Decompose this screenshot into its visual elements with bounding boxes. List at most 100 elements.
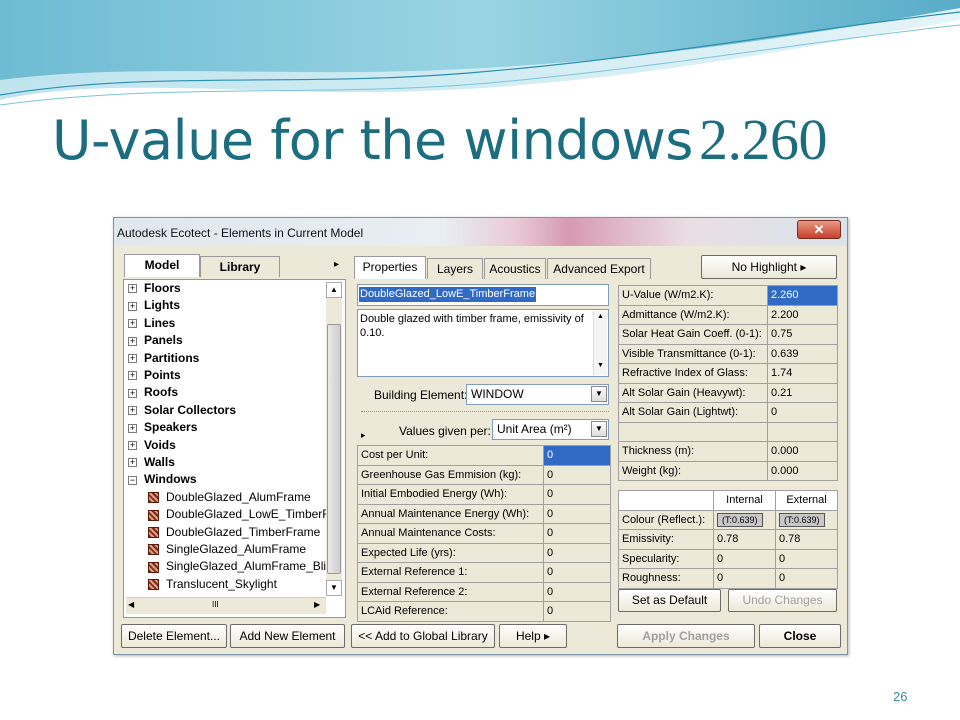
set-default-button[interactable]: Set as Default xyxy=(618,589,721,612)
cost-properties-grid: Cost per Unit: 0 Greenhouse Gas Emmision (… xyxy=(357,445,611,622)
tree-node-lines[interactable]: + Lines xyxy=(128,316,175,333)
tree-item-window[interactable]: DoubleGlazed_TimberFrame xyxy=(148,525,320,542)
material-description-field[interactable]: Double glazed with timber frame, emissiv… xyxy=(357,309,609,377)
tree-node-label: Lines xyxy=(144,315,176,330)
tree-vertical-scrollbar[interactable]: ▲ ▼ xyxy=(326,282,342,596)
cost-value[interactable]: 0 xyxy=(543,601,611,622)
thermal-value[interactable]: 0.21 xyxy=(767,382,838,403)
add-to-global-library-button[interactable]: << Add to Global Library xyxy=(351,624,495,648)
surface-internal[interactable]: 0 xyxy=(713,548,776,569)
tree-item-window[interactable]: SingleGlazed_AlumFrame_Blir xyxy=(148,559,330,576)
undo-changes-button[interactable]: Undo Changes xyxy=(728,589,837,612)
thermal-value[interactable]: 0.75 xyxy=(767,324,838,345)
cost-label: LCAid Reference: xyxy=(357,601,544,622)
tree-node-roofs[interactable]: + Roofs xyxy=(128,385,178,402)
collapse-icon[interactable]: − xyxy=(128,475,137,485)
tab-layers[interactable]: Layers xyxy=(427,258,483,279)
values-per-select[interactable]: Unit Area (m²) ▼ xyxy=(492,419,609,440)
tree-node-panels[interactable]: + Panels xyxy=(128,333,183,350)
thermal-value[interactable]: 2.260 xyxy=(767,285,838,306)
cost-value[interactable]: 0 xyxy=(543,503,611,524)
building-element-select[interactable]: WINDOW ▼ xyxy=(466,384,609,405)
expand-icon[interactable]: + xyxy=(128,301,137,311)
thermal-value[interactable]: 0.000 xyxy=(767,460,838,481)
expand-icon[interactable]: + xyxy=(128,458,137,468)
tab-properties[interactable]: Properties xyxy=(354,256,426,279)
thermal-row: Solar Heat Gain Coeff. (0-1): 0.75 xyxy=(618,324,838,345)
thermal-row: Thickness (m): 0.000 xyxy=(618,441,838,462)
tree-node-partitions[interactable]: + Partitions xyxy=(128,351,199,368)
chevron-down-icon[interactable]: ▼ xyxy=(591,386,607,402)
slide: U-value for the windows 2.260 26 Autodesk… xyxy=(0,0,960,720)
tree-node-lights[interactable]: + Lights xyxy=(128,298,180,315)
expand-icon[interactable]: + xyxy=(128,284,137,294)
thermal-value[interactable]: 2.200 xyxy=(767,304,838,325)
material-name-field[interactable]: DoubleGlazed_LowE_TimberFrame xyxy=(357,284,609,306)
add-new-element-button[interactable]: Add New Element xyxy=(230,624,345,648)
apply-changes-button[interactable]: Apply Changes xyxy=(617,624,755,648)
surface-external[interactable]: 0.78 xyxy=(775,529,838,550)
tree-node-floors[interactable]: + Floors xyxy=(128,281,181,298)
cost-value[interactable]: 0 xyxy=(543,484,611,505)
tab-model[interactable]: Model xyxy=(124,254,200,277)
cost-value[interactable]: 0 xyxy=(543,523,611,544)
tree-node-voids[interactable]: + Voids xyxy=(128,438,176,455)
chevron-down-icon[interactable]: ▼ xyxy=(591,421,607,437)
description-scrollbar[interactable]: ▲ ▼ xyxy=(593,311,607,375)
tree-item-window[interactable]: Translucent_Skylight xyxy=(148,577,277,594)
colour-swatch[interactable]: (T:0.639) xyxy=(717,512,763,527)
tree-scroll-thumb[interactable] xyxy=(327,324,341,574)
tree-node-solar-collectors[interactable]: + Solar Collectors xyxy=(128,403,236,420)
tab-scroll-right-icon[interactable]: ▸ xyxy=(334,259,339,270)
cost-value[interactable]: 0 xyxy=(543,464,611,485)
expand-icon[interactable]: + xyxy=(128,423,137,433)
tree-item-window[interactable]: DoubleGlazed_LowE_TimberF xyxy=(148,507,330,524)
tree-node-points[interactable]: + Points xyxy=(128,368,181,385)
surface-internal[interactable]: 0.78 xyxy=(713,529,776,550)
tree-node-speakers[interactable]: + Speakers xyxy=(128,420,197,437)
tree-node-windows[interactable]: − Windows xyxy=(128,472,197,489)
thermal-row: Alt Solar Gain (Heavywt): 0.21 xyxy=(618,382,838,403)
surface-internal[interactable]: (T:0.639) xyxy=(713,509,776,530)
tree-node-walls[interactable]: + Walls xyxy=(128,455,175,472)
expand-icon[interactable]: + xyxy=(128,388,137,398)
thermal-value[interactable]: 0 xyxy=(767,402,838,423)
colour-swatch[interactable]: (T:0.639) xyxy=(779,512,825,527)
cost-value[interactable]: 0 xyxy=(543,562,611,583)
window-close-button[interactable]: ✕ xyxy=(797,220,841,239)
thermal-value[interactable]: 0.639 xyxy=(767,343,838,364)
dialog-title-bar[interactable]: Autodesk Ecotect - Elements in Current M… xyxy=(114,218,847,246)
no-highlight-button[interactable]: No Highlight ▸ xyxy=(701,255,837,279)
expand-icon[interactable]: + xyxy=(128,336,137,346)
expand-icon[interactable]: + xyxy=(128,353,137,363)
material-icon xyxy=(148,526,159,538)
surface-internal[interactable]: 0 xyxy=(713,568,776,589)
thermal-row: Refractive Index of Glass: 1.74 xyxy=(618,363,838,384)
tab-library[interactable]: Library xyxy=(200,256,280,277)
thermal-value[interactable] xyxy=(767,421,838,442)
tree-item-window[interactable]: SingleGlazed_AlumFrame xyxy=(148,542,306,559)
tab-acoustics[interactable]: Acoustics xyxy=(484,258,546,279)
expand-icon[interactable]: + xyxy=(128,406,137,416)
surface-external[interactable]: (T:0.639) xyxy=(775,509,838,530)
thermal-label: Weight (kg): xyxy=(618,460,768,481)
thermal-value[interactable]: 0.000 xyxy=(767,441,838,462)
cost-value[interactable]: 0 xyxy=(543,445,611,466)
expand-icon[interactable]: + xyxy=(128,319,137,329)
thermal-value[interactable]: 1.74 xyxy=(767,363,838,384)
tab-advanced-export[interactable]: Advanced Export xyxy=(547,258,651,279)
surface-external[interactable]: 0 xyxy=(775,548,838,569)
thermal-row: U-Value (W/m2.K): 2.260 xyxy=(618,285,838,306)
expand-arrow-icon[interactable]: ▸ xyxy=(361,430,366,441)
cost-value[interactable]: 0 xyxy=(543,542,611,563)
close-button[interactable]: Close xyxy=(759,624,841,648)
surface-external[interactable]: 0 xyxy=(775,568,838,589)
delete-element-button[interactable]: Delete Element... xyxy=(121,624,227,648)
tree-item-label: DoubleGlazed_AlumFrame xyxy=(166,489,311,504)
expand-icon[interactable]: + xyxy=(128,371,137,381)
help-button[interactable]: Help ▸ xyxy=(499,624,567,648)
expand-icon[interactable]: + xyxy=(128,440,137,450)
cost-value[interactable]: 0 xyxy=(543,581,611,602)
tree-item-window[interactable]: DoubleGlazed_AlumFrame xyxy=(148,490,311,507)
tree-horizontal-scrollbar[interactable]: ◀ III ▶ xyxy=(126,597,326,614)
